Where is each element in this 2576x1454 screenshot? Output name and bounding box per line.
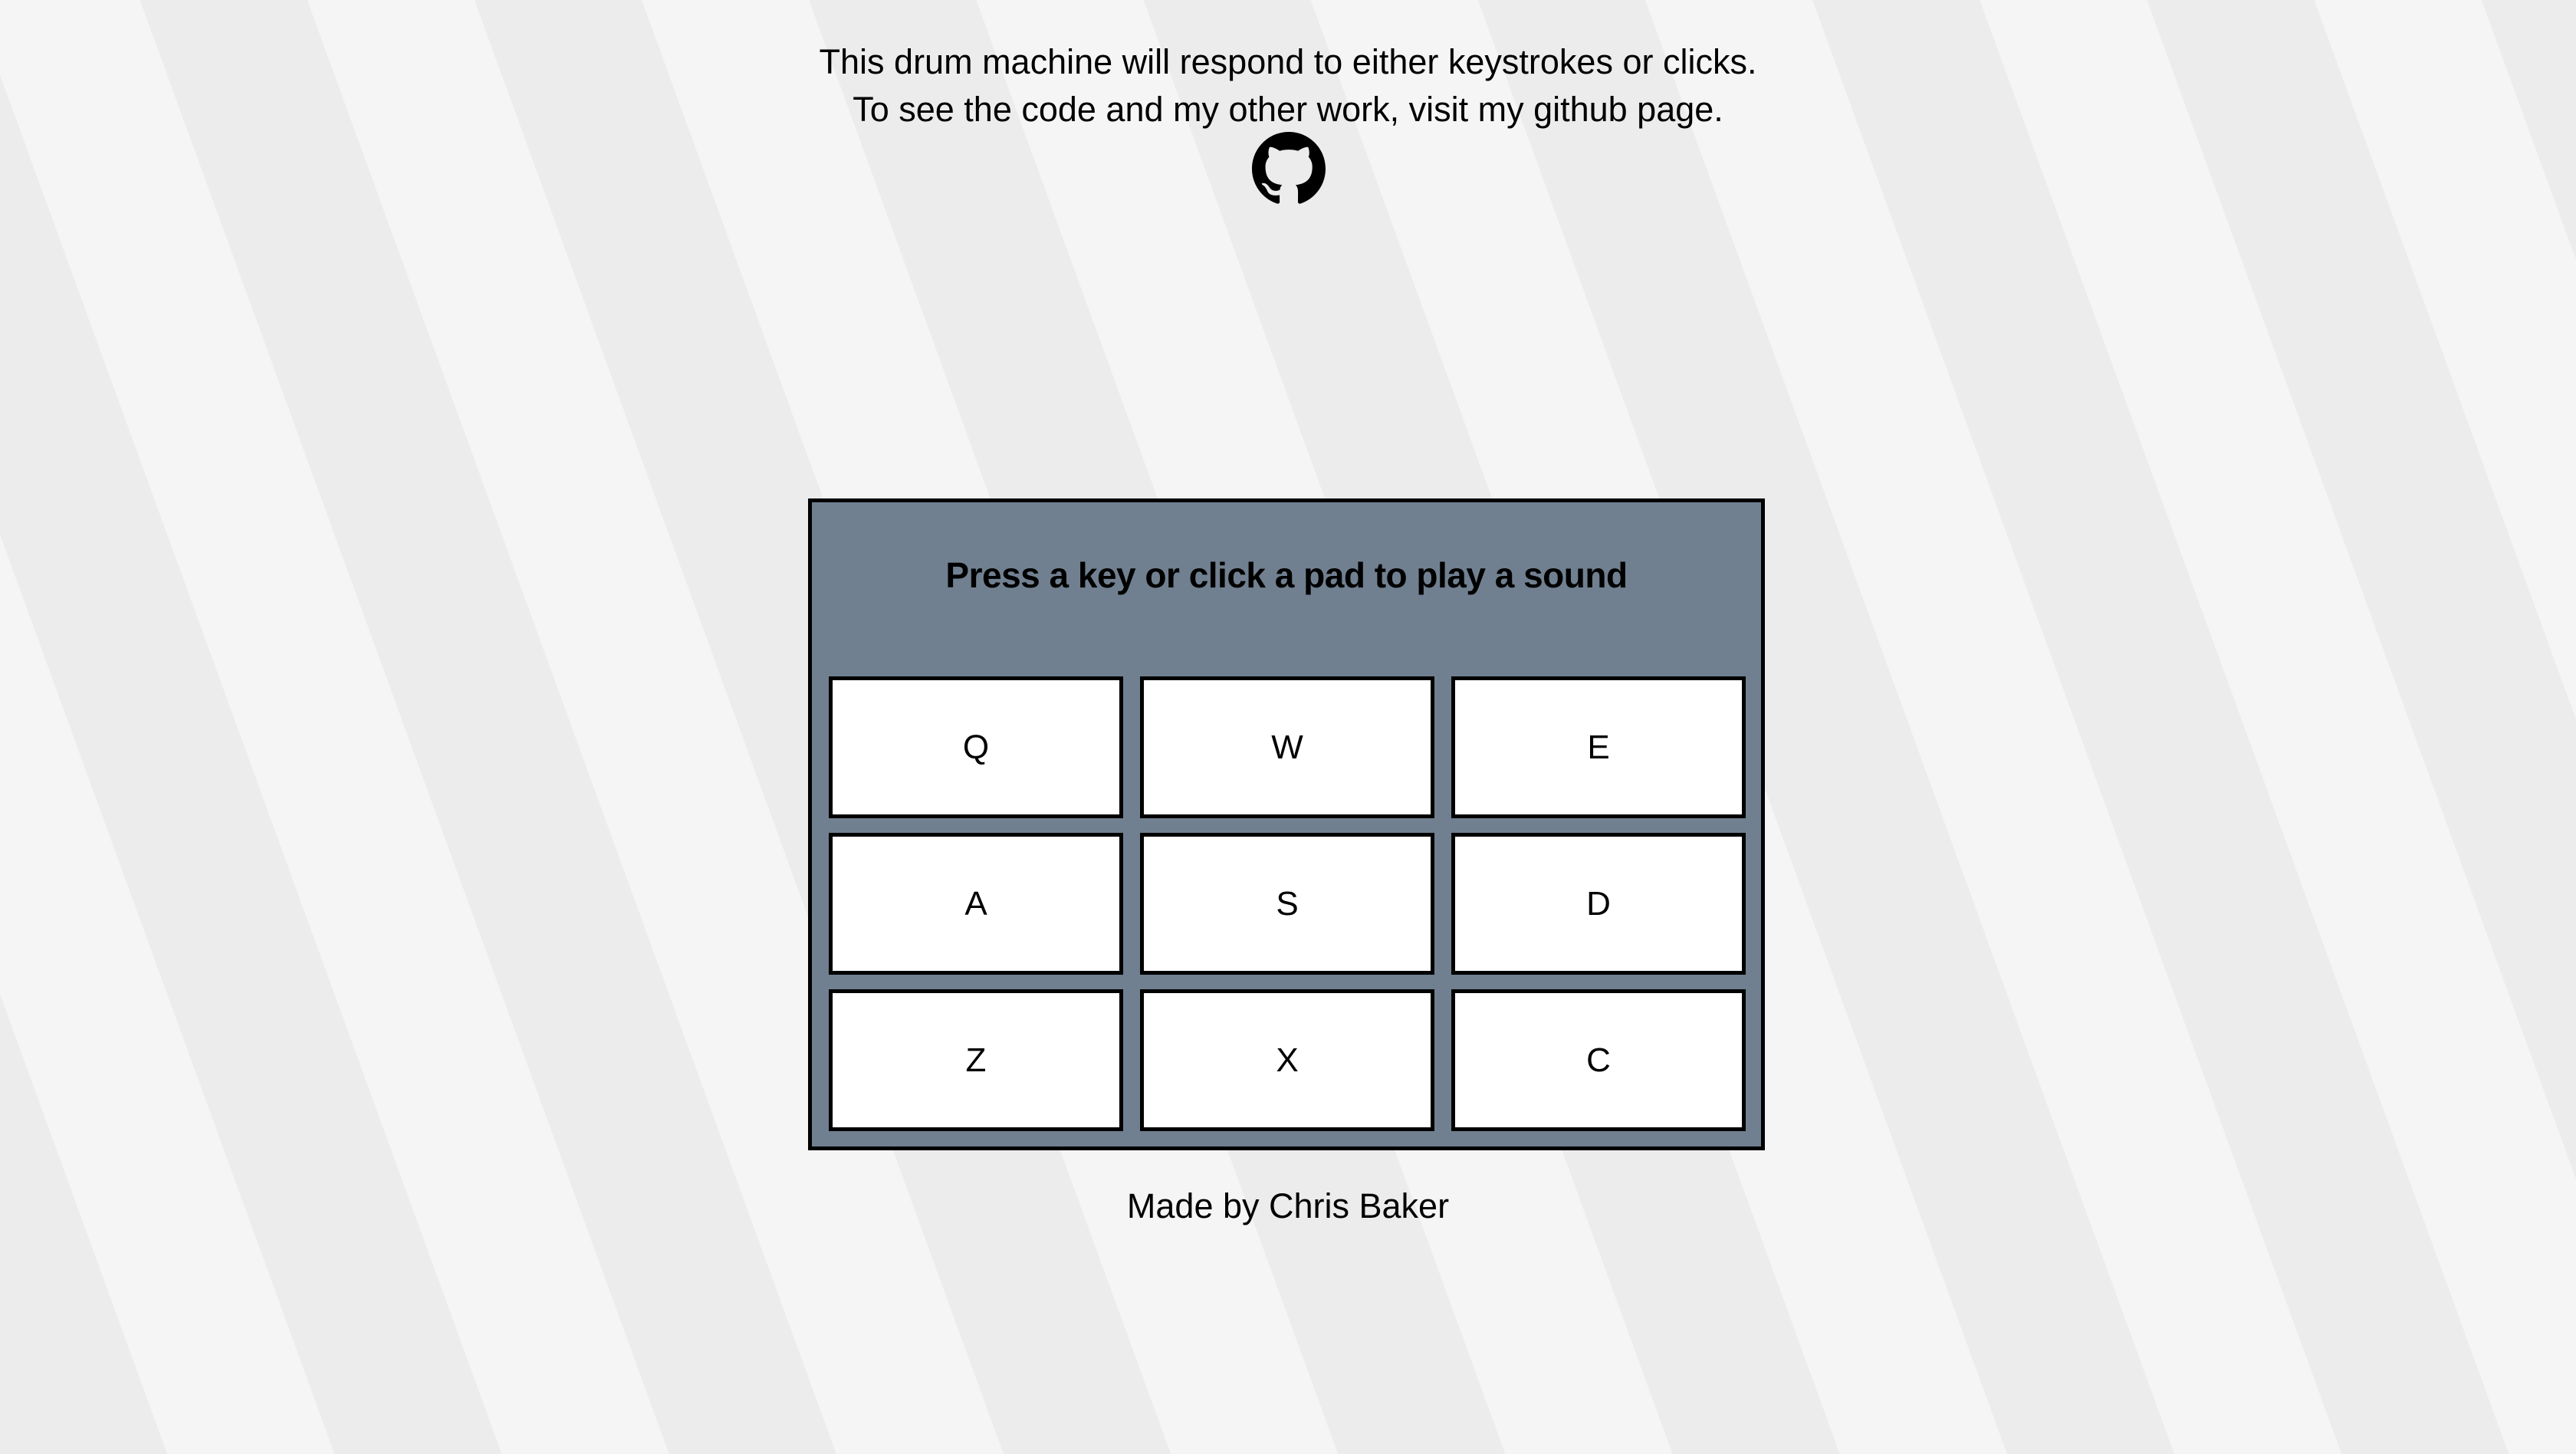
intro-text: This drum machine will respond to either…: [0, 38, 2576, 133]
drum-pad-q[interactable]: Q: [829, 676, 1123, 818]
drum-pad-e[interactable]: E: [1451, 676, 1746, 818]
intro-line-github: To see the code and my other work, visit…: [853, 90, 1723, 129]
intro-line-keystrokes: This drum machine will respond to either…: [819, 42, 1757, 81]
drum-pad-x[interactable]: X: [1140, 989, 1434, 1131]
drum-pad-w[interactable]: W: [1140, 676, 1434, 818]
github-icon: [1252, 132, 1326, 204]
github-link[interactable]: [1252, 132, 1326, 206]
drum-pad-s[interactable]: S: [1140, 833, 1434, 975]
drum-pad-a[interactable]: A: [829, 833, 1123, 975]
pad-grid: Q W E A S D Z X C: [829, 676, 1746, 1131]
display-text: Press a key or click a pad to play a sou…: [945, 555, 1628, 595]
drum-pad-c[interactable]: C: [1451, 989, 1746, 1131]
drum-pad-d[interactable]: D: [1451, 833, 1746, 975]
drum-pad-z[interactable]: Z: [829, 989, 1123, 1131]
drum-machine: Press a key or click a pad to play a sou…: [808, 498, 1765, 1150]
footer-credit: Made by Chris Baker: [1126, 1186, 1450, 1225]
